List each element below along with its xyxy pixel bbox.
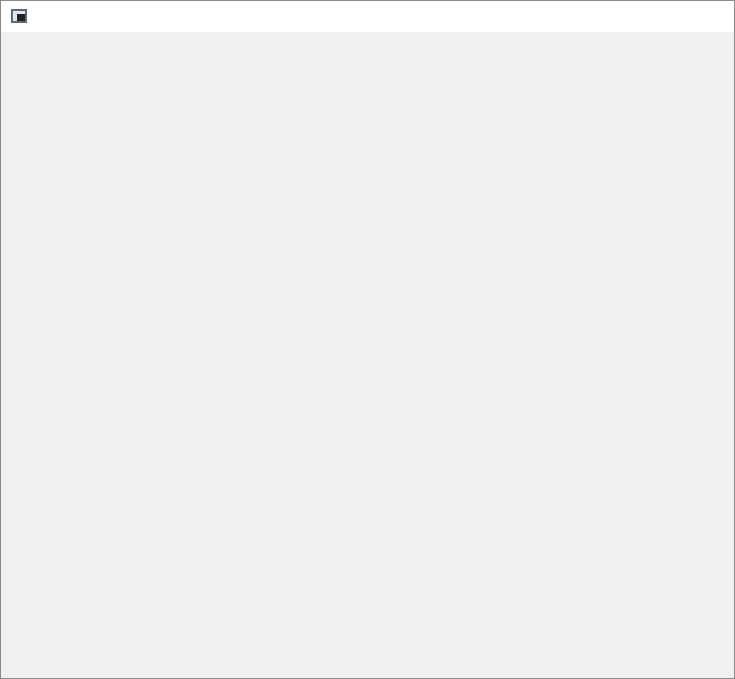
title-bar — [1, 1, 734, 32]
minimize-icon — [642, 1, 688, 32]
securecrt-window — [0, 0, 735, 679]
app-icon — [11, 9, 27, 23]
